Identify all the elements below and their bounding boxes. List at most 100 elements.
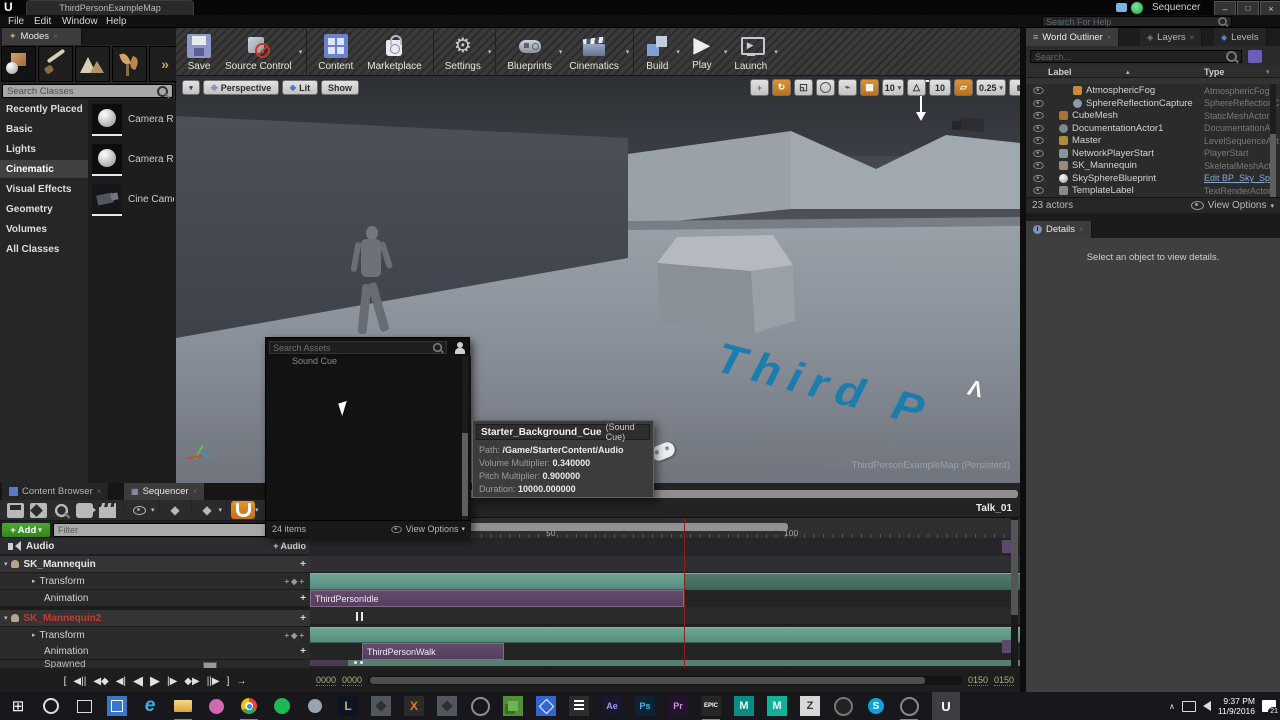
cinematics-caret-icon[interactable]: ▾	[626, 48, 630, 56]
notification-center-icon[interactable]: 21	[1262, 700, 1280, 716]
x-app-icon[interactable]: X	[402, 694, 426, 718]
surface-snap-button[interactable]: ⌁	[838, 79, 857, 96]
type-filter-icon[interactable]: ▾	[1266, 68, 1270, 76]
search-classes-input[interactable]: Search Classes	[2, 84, 173, 98]
expand-icon[interactable]: ▾	[4, 560, 8, 568]
modes-cat-all-classes[interactable]: All Classes	[6, 244, 59, 255]
obs-icon[interactable]	[897, 694, 921, 720]
visual-studio-icon[interactable]	[534, 694, 558, 718]
add-audio-button[interactable]: + Audio	[273, 541, 306, 551]
blueprints-button[interactable]: Blueprints	[500, 30, 558, 74]
tab-content-browser[interactable]: Content Browser ×	[2, 483, 110, 500]
key-nav-icons[interactable]: +◆+	[285, 577, 307, 586]
visibility-eye-icon[interactable]	[1033, 187, 1044, 195]
visibility-eye-icon[interactable]	[1033, 174, 1044, 182]
tab-levels[interactable]: ◆ Levels	[1214, 28, 1267, 46]
modes-cat-volumes[interactable]: Volumes	[6, 224, 47, 235]
person-filter-icon[interactable]	[454, 341, 466, 354]
auto-key-icon[interactable]: ◆	[199, 503, 216, 518]
outliner-row-documentationactor1[interactable]: DocumentationActor1 DocumentationAc	[1026, 122, 1275, 135]
outliner-scrollbar[interactable]	[1270, 84, 1276, 197]
tab-world-outliner[interactable]: ≡ World Outliner ×	[1026, 28, 1120, 46]
racing-wheel-icon[interactable]	[468, 694, 492, 718]
modes-cat-lights[interactable]: Lights	[6, 144, 36, 155]
photos-app-icon[interactable]	[105, 694, 129, 718]
jump-back-button[interactable]: ◀||	[73, 676, 86, 687]
minimize-button[interactable]: –	[1214, 1, 1236, 16]
asset-view-options-button[interactable]: View Options ▾	[390, 524, 465, 534]
angle-snap-button[interactable]: △	[907, 79, 926, 96]
clip-thirdpersonwalk[interactable]: ThirdPersonWalk	[362, 643, 504, 660]
track-spawned[interactable]: Spawned	[0, 660, 310, 668]
sequencer-save-as-icon[interactable]	[30, 502, 47, 518]
close-icon[interactable]: ×	[193, 487, 198, 496]
range-end-value[interactable]: 0150	[967, 675, 988, 686]
timeline-hscrollbar[interactable]	[368, 675, 962, 685]
skyrim2-icon[interactable]	[435, 694, 459, 718]
scale-tool-button[interactable]: ◱	[794, 79, 813, 96]
caret-down-icon[interactable]: ▾	[255, 506, 259, 514]
network-icon[interactable]	[1181, 700, 1196, 712]
chrome-icon[interactable]	[237, 694, 261, 720]
paint3d-icon[interactable]	[204, 694, 228, 718]
step-back-button[interactable]: ◀|	[116, 676, 126, 687]
modes-cat-geometry[interactable]: Geometry	[6, 204, 53, 215]
keyframe-mark[interactable]	[356, 612, 358, 621]
viewport-options-button[interactable]: ▾	[182, 80, 200, 95]
sequencer-save-icon[interactable]	[7, 502, 24, 518]
track-animation-2[interactable]: Animation +	[0, 643, 310, 660]
modes-cat-basic[interactable]: Basic	[6, 124, 33, 135]
outliner-row-templatelabel[interactable]: TemplateLabel TextRenderActor	[1026, 185, 1271, 198]
track-sk-mannequin[interactable]: ▾ SK_Mannequin +	[0, 556, 310, 573]
mode-foliage-button[interactable]	[112, 46, 147, 82]
after-effects-icon[interactable]: Ae	[600, 694, 624, 718]
outliner-row-atmosphericfog[interactable]: AtmosphericFog AtmosphericFog	[1026, 85, 1270, 98]
outliner-search-input[interactable]: Search...	[1030, 50, 1242, 63]
outliner-row-spherereflectioncapture[interactable]: SphereReflectionCapture SphereReflection…	[1026, 97, 1280, 110]
asset-search-input[interactable]: Search Assets	[269, 341, 447, 354]
source-control-caret-icon[interactable]: ▾	[299, 48, 303, 56]
rotate-tool-button[interactable]: ↻	[772, 79, 791, 96]
volume-icon[interactable]	[1202, 701, 1211, 711]
viewport-perspective-button[interactable]: ◈ Perspective	[203, 80, 279, 95]
angle-snap-value[interactable]: 10	[929, 79, 951, 96]
scale-snap-button[interactable]: ▱	[954, 79, 973, 96]
save-button[interactable]: Save	[180, 30, 218, 74]
visibility-eye-icon[interactable]	[1033, 112, 1044, 120]
tab-layers[interactable]: ◈ Layers ×	[1140, 28, 1203, 46]
tab-modes[interactable]: ✦ Modes ×	[2, 28, 82, 45]
minecraft-icon[interactable]	[501, 694, 525, 718]
viewport-show-button[interactable]: Show	[321, 80, 359, 95]
clock[interactable]: 9:37 PM 11/9/2016	[1218, 696, 1255, 716]
track-animation-1[interactable]: Animation +	[0, 590, 310, 607]
daz-icon[interactable]	[831, 694, 855, 718]
close-icon[interactable]: ×	[1107, 33, 1112, 42]
visibility-eye-icon[interactable]	[1033, 99, 1044, 107]
step-forward-button[interactable]: |▶	[167, 676, 177, 687]
epic-games-icon[interactable]: EPIC	[699, 694, 723, 720]
range-start-value2[interactable]: 0000	[342, 675, 363, 686]
placeable-cine-camera[interactable]: Cine Camera A	[92, 184, 174, 220]
caret-down-icon[interactable]: ▾	[151, 506, 155, 514]
sequencer-render-movie-icon[interactable]	[99, 502, 116, 518]
expand-icon[interactable]: ▾	[4, 614, 8, 622]
outliner-row-skysphereblueprint[interactable]: SkySphereBlueprint Edit BP_Sky_Sph	[1026, 172, 1275, 185]
camera-actor[interactable]	[951, 116, 986, 134]
help-search-input[interactable]: Search For Help	[1042, 16, 1232, 27]
spawned-key[interactable]	[354, 661, 357, 664]
calculator-icon[interactable]	[567, 694, 591, 718]
grid-snap-value[interactable]: 10 ▾	[882, 79, 904, 96]
sequencer-camera-icon[interactable]	[76, 502, 96, 518]
sequencer-find-icon[interactable]	[53, 503, 70, 518]
play-button[interactable]: ▶	[150, 673, 160, 689]
add-track-button[interactable]: +	[300, 559, 306, 570]
menu-edit[interactable]: Edit	[34, 16, 51, 27]
spawned-checkbox[interactable]	[203, 662, 217, 668]
outliner-row-sk-mannequin[interactable]: SK_Mannequin SkeletalMeshActo	[1026, 160, 1276, 173]
move-tool-button[interactable]: +	[750, 79, 769, 96]
mode-place-button[interactable]	[1, 46, 36, 82]
column-type[interactable]: Type	[1204, 67, 1224, 77]
visibility-eye-icon[interactable]	[1033, 124, 1044, 132]
photoshop-icon[interactable]: Ps	[633, 694, 657, 718]
ue-marketplace-icon[interactable]	[1131, 2, 1143, 14]
